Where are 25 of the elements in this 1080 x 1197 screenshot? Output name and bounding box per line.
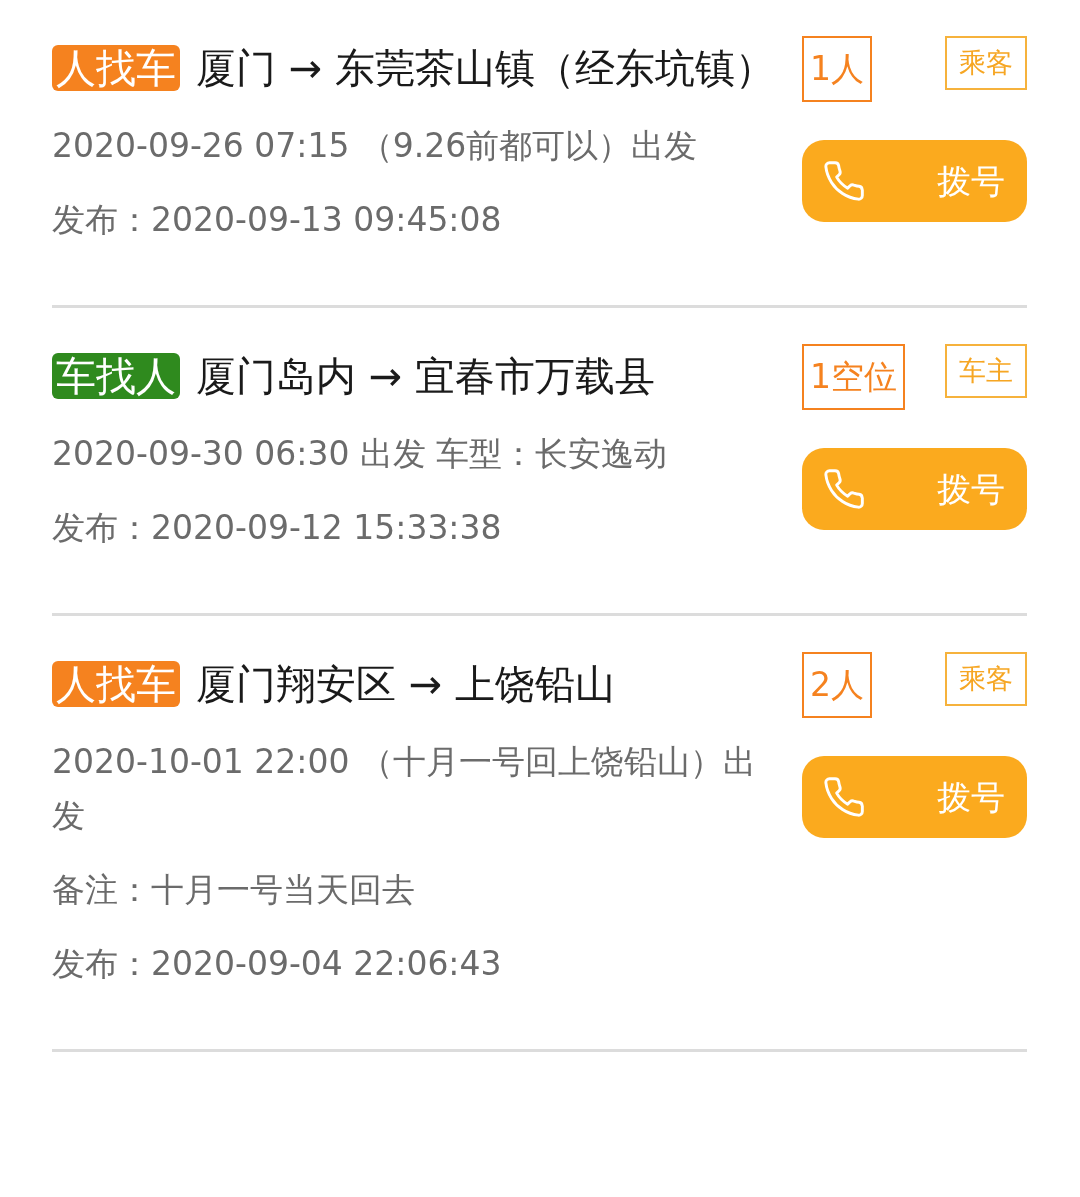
- role-tag: 车主: [945, 344, 1027, 398]
- role-tag: 乘客: [945, 652, 1027, 706]
- seat-count-tag: 2人: [802, 652, 872, 718]
- phone-icon: [822, 159, 866, 203]
- phone-icon: [822, 467, 866, 511]
- listing-detail: 发布：2020-09-04 22:06:43: [52, 943, 503, 985]
- role-tag: 乘客: [945, 36, 1027, 90]
- listing-detail: 2020-10-01 22:00 （十月一号回上饶铅山）出发: [52, 741, 757, 837]
- call-button[interactable]: 拨号: [802, 140, 1027, 222]
- listing-detail: 2020-09-30 06:30 出发 车型：长安逸动: [52, 433, 669, 475]
- route-title: 人找车 厦门翔安区 → 上饶铅山: [52, 652, 778, 717]
- listing-type-badge: 人找车: [52, 45, 180, 91]
- call-button[interactable]: 拨号: [802, 756, 1027, 838]
- listing-type-badge: 车找人: [52, 353, 180, 399]
- listing-type-badge: 人找车: [52, 661, 180, 707]
- seat-count-tag: 1空位: [802, 344, 905, 410]
- listing-detail: 2020-09-26 07:15 （9.26前都可以）出发: [52, 125, 699, 167]
- phone-icon: [822, 775, 866, 819]
- route-title: 车找人 厦门岛内 → 宜春市万载县: [52, 344, 778, 409]
- call-button[interactable]: 拨号: [802, 448, 1027, 530]
- route-title: 人找车 厦门 → 东莞茶山镇（经东坑镇）: [52, 36, 778, 101]
- listing-detail: 发布：2020-09-13 09:45:08: [52, 199, 503, 241]
- seat-count-tag: 1人: [802, 36, 872, 102]
- listing-detail: 发布：2020-09-12 15:33:38: [52, 507, 503, 549]
- listing-detail: 备注：十月一号当天回去: [52, 869, 416, 911]
